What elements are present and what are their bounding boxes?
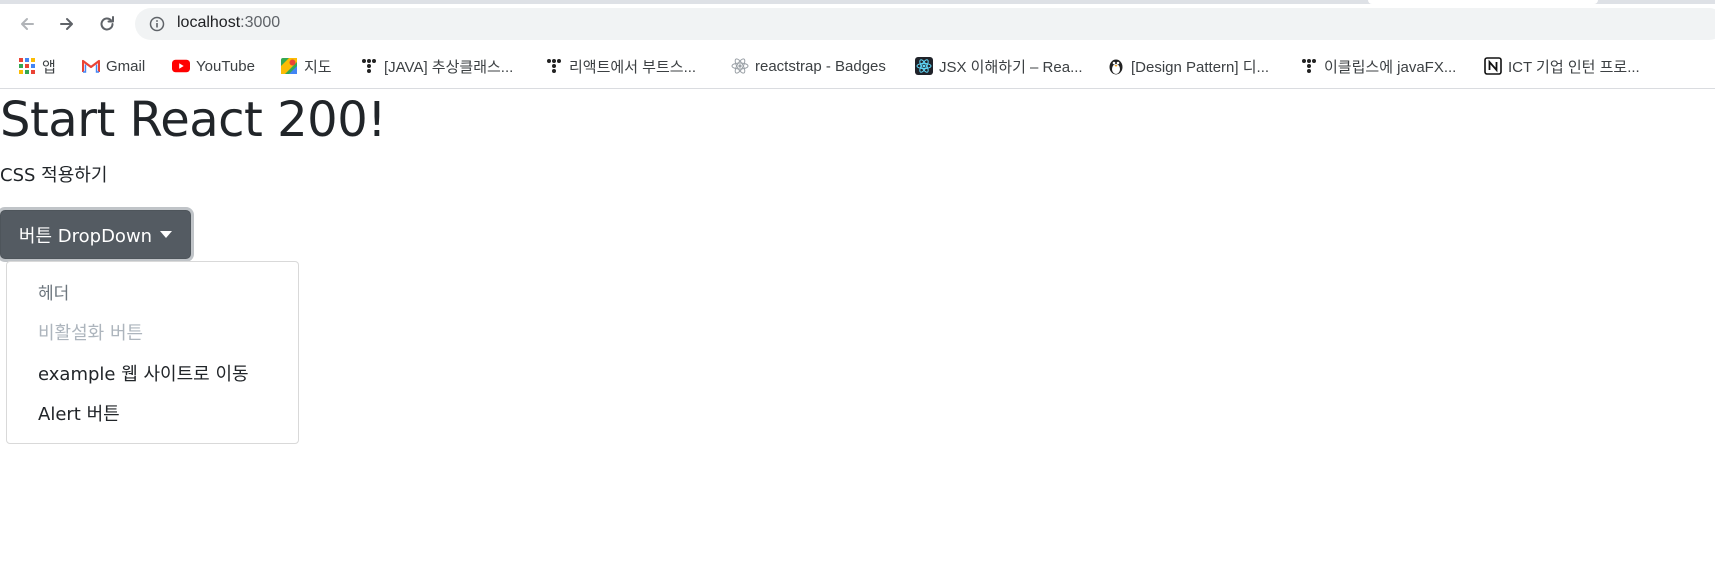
url-port: :3000	[240, 14, 281, 31]
bookmark-react-bootstrap[interactable]: 리액트에서 부트스...	[545, 54, 696, 78]
dropdown-toggle-label: 버튼 DropDown	[18, 225, 153, 247]
reload-button[interactable]	[92, 9, 122, 39]
page-title: Start React 200!	[0, 92, 386, 148]
maps-icon	[280, 57, 298, 75]
tistory-icon	[545, 57, 563, 75]
tistory-icon	[360, 57, 378, 75]
bookmark-label: ICT 기업 인턴 프로...	[1508, 58, 1640, 76]
address-bar[interactable]: localhost:3000	[135, 8, 1715, 40]
browser-toolbar: localhost:3000	[0, 4, 1715, 44]
react-dark-icon	[915, 57, 933, 75]
dropdown-toggle-button[interactable]: 버튼 DropDown	[0, 210, 191, 259]
notion-icon	[1484, 57, 1502, 75]
bookmark-label: [Design Pattern] 디...	[1131, 58, 1270, 76]
back-button[interactable]	[12, 9, 42, 39]
bookmark-jsx[interactable]: JSX 이해하기 – Rea...	[915, 54, 1083, 78]
dropdown-header: 헤더	[38, 284, 70, 304]
bookmark-design-pattern[interactable]: [Design Pattern] 디...	[1107, 54, 1269, 78]
info-icon[interactable]	[149, 16, 165, 32]
bookmark-apps[interactable]: 앱	[18, 54, 56, 78]
bookmark-gmail[interactable]: Gmail	[82, 54, 145, 78]
dropdown-alert-item[interactable]: Alert 버튼	[38, 400, 120, 426]
bookmark-label: 이클립스에 javaFX...	[1324, 58, 1457, 76]
react-icon	[731, 57, 749, 75]
bookmark-label: JSX 이해하기 – Rea...	[939, 58, 1083, 76]
bookmark-label: YouTube	[196, 57, 255, 75]
bookmark-label: 지도	[304, 58, 332, 76]
arrow-right-icon	[60, 18, 73, 30]
bookmark-javafx[interactable]: 이클립스에 javaFX...	[1300, 54, 1456, 78]
dropdown-menu: 헤더 비활설화 버튼 example 웹 사이트로 이동 Alert 버튼	[6, 261, 299, 444]
gmail-icon	[82, 57, 100, 75]
apps-grid-icon	[18, 57, 36, 75]
youtube-icon	[172, 57, 190, 75]
page-subtitle: CSS 적용하기	[0, 165, 108, 186]
caret-down-icon	[160, 231, 173, 238]
bookmarks-bar: 앱 Gmail YouTube 지도 [JAVA] 추상클래스... 리액트에서…	[0, 44, 1715, 89]
bookmark-youtube[interactable]: YouTube	[172, 54, 255, 78]
tistory-icon	[1300, 57, 1318, 75]
url-host: localhost	[177, 14, 241, 31]
forward-button[interactable]	[52, 9, 82, 39]
reload-icon	[100, 16, 114, 31]
penguin-icon	[1107, 57, 1125, 75]
bookmark-label: Gmail	[106, 57, 146, 75]
dropdown-disabled-item: 비활설화 버튼	[38, 323, 144, 344]
arrow-left-icon	[21, 18, 34, 30]
bookmark-label: reactstrap - Badges	[755, 57, 886, 75]
bookmark-label: 리액트에서 부트스...	[569, 58, 697, 76]
bookmark-ict-intern[interactable]: ICT 기업 인턴 프로...	[1484, 54, 1640, 78]
dropdown-example-link-item[interactable]: example 웹 사이트로 이동	[38, 360, 249, 386]
bookmark-java-abstract[interactable]: [JAVA] 추상클래스...	[360, 54, 513, 78]
url-text[interactable]: localhost:3000	[177, 14, 280, 32]
bookmark-label: 앱	[42, 58, 56, 76]
bookmark-label: [JAVA] 추상클래스...	[384, 58, 514, 76]
bookmark-reactstrap-badges[interactable]: reactstrap - Badges	[731, 54, 886, 78]
bookmark-maps[interactable]: 지도	[280, 54, 332, 78]
